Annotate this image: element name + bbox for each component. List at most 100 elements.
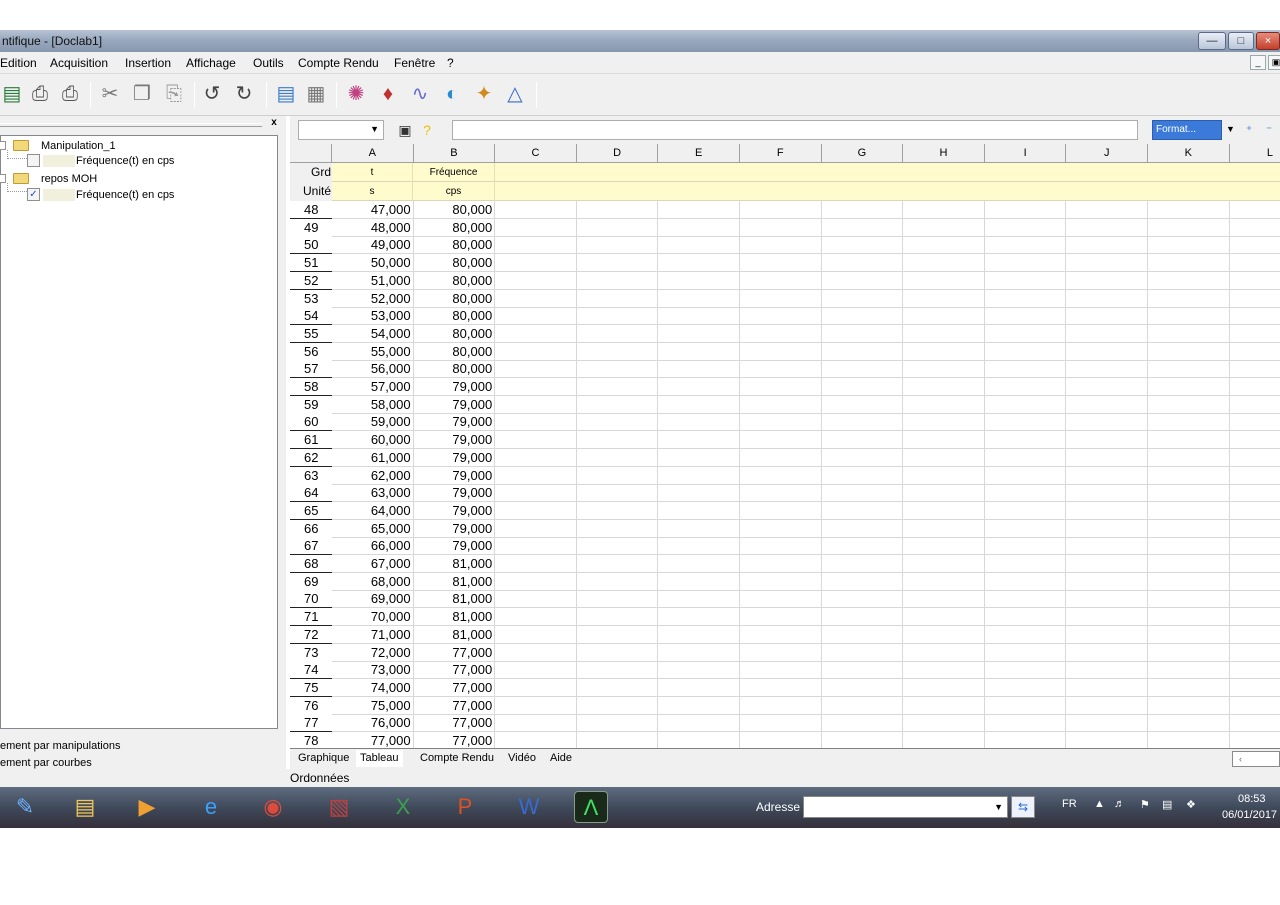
cell-t[interactable]: 59,000 — [332, 413, 413, 431]
cell-t[interactable]: 64,000 — [332, 502, 413, 520]
mdi-restore-button[interactable]: ▣ — [1268, 55, 1280, 70]
cell-t[interactable]: 53,000 — [332, 307, 413, 325]
row-number[interactable]: 66 — [290, 519, 332, 538]
chrome-icon[interactable]: ◉ — [256, 791, 290, 823]
row-number[interactable]: 77 — [290, 714, 332, 733]
print-icon[interactable]: ⎙ — [28, 82, 52, 106]
row-number[interactable]: 76 — [290, 696, 332, 715]
close-window-button[interactable]: × — [1256, 32, 1280, 50]
menu-fenetre[interactable]: Fenêtre — [394, 56, 435, 70]
cell-frequence[interactable]: 79,000 — [414, 378, 495, 396]
help-icon[interactable]: ? — [420, 118, 434, 142]
address-input[interactable]: ▼ — [803, 796, 1008, 818]
cell-frequence[interactable]: 77,000 — [414, 714, 495, 732]
decrease-decimals-icon[interactable]: ⁻ — [1262, 118, 1276, 142]
maximize-button[interactable]: □ — [1228, 32, 1254, 50]
update-icon[interactable]: ❖ — [1186, 798, 1196, 811]
cell-frequence[interactable]: 80,000 — [414, 272, 495, 290]
tree-item-manipulation[interactable]: Manipulation_1 — [41, 138, 116, 154]
cell-t[interactable]: 49,000 — [332, 236, 413, 254]
latis-pro-icon[interactable]: Λ — [574, 791, 608, 823]
media-player-icon[interactable]: ▶ — [130, 791, 164, 823]
latis-icon[interactable]: ✎ — [8, 791, 42, 823]
cell-frequence[interactable]: 81,000 — [414, 608, 495, 626]
cell-t[interactable]: 54,000 — [332, 325, 413, 343]
cell-t[interactable]: 72,000 — [332, 644, 413, 662]
powerpoint-icon[interactable]: P — [448, 791, 482, 823]
row-number[interactable]: 62 — [290, 448, 332, 467]
window-icon[interactable]: ▤ — [274, 82, 298, 106]
tree-item-curve[interactable]: Fréquence(t) en cps — [76, 187, 174, 203]
excel-icon[interactable]: X — [386, 791, 420, 823]
chevron-down-icon[interactable]: ▼ — [1226, 124, 1235, 134]
clock-time[interactable]: 08:53 — [1238, 793, 1266, 805]
format-combo[interactable]: Format... — [1152, 120, 1222, 140]
grd-cell-a[interactable]: t — [332, 163, 413, 182]
tree-item-curve[interactable]: Fréquence(t) en cps — [76, 153, 174, 169]
row-number[interactable]: 56 — [290, 342, 332, 361]
cell-t[interactable]: 77,000 — [332, 732, 413, 748]
grd-cell-b[interactable]: Fréquence — [413, 163, 495, 182]
action-center-flag-icon[interactable]: ⚑ — [1140, 798, 1150, 811]
cell-t[interactable]: 60,000 — [332, 431, 413, 449]
cell-t[interactable]: 66,000 — [332, 537, 413, 555]
cell-frequence[interactable]: 80,000 — [414, 201, 495, 219]
cell-frequence[interactable]: 77,000 — [414, 661, 495, 679]
cell-frequence[interactable]: 81,000 — [414, 626, 495, 644]
table-icon[interactable]: ▦ — [304, 82, 328, 106]
cell-frequence[interactable]: 77,000 — [414, 679, 495, 697]
tree-expander[interactable] — [0, 141, 6, 150]
cell-t[interactable]: 67,000 — [332, 555, 413, 573]
column-header-b[interactable]: B — [413, 144, 496, 163]
cell-frequence[interactable]: 77,000 — [414, 697, 495, 715]
cell-frequence[interactable]: 79,000 — [414, 449, 495, 467]
cell-reference-combo[interactable]: ▼ — [298, 120, 384, 140]
column-header-c[interactable]: C — [495, 144, 577, 163]
cell-frequence[interactable]: 77,000 — [414, 644, 495, 662]
cell-frequence[interactable]: 80,000 — [414, 360, 495, 378]
column-header-j[interactable]: J — [1066, 144, 1148, 163]
row-number[interactable]: 73 — [290, 643, 332, 662]
cell-t[interactable]: 61,000 — [332, 449, 413, 467]
unit-cell-a[interactable]: s — [332, 182, 413, 201]
redo-icon[interactable]: ↻ — [232, 82, 256, 106]
row-number[interactable]: 52 — [290, 271, 332, 290]
tab-aide[interactable]: Aide — [546, 750, 576, 767]
column-header-i[interactable]: I — [984, 144, 1067, 163]
column-header-d[interactable]: D — [576, 144, 659, 163]
print-preview-icon[interactable]: ⎙ — [58, 82, 82, 106]
row-number[interactable]: 65 — [290, 501, 332, 520]
column-header-h[interactable]: H — [903, 144, 985, 163]
cell-frequence[interactable]: 81,000 — [414, 555, 495, 573]
increase-decimals-icon[interactable]: ⁺ — [1242, 118, 1256, 142]
undo-icon[interactable]: ↺ — [200, 82, 224, 106]
row-number[interactable]: 64 — [290, 484, 332, 503]
cell-frequence[interactable]: 79,000 — [414, 484, 495, 502]
internet-explorer-icon[interactable]: e — [194, 791, 228, 823]
menu-affichage[interactable]: Affichage — [186, 56, 236, 70]
curve-icon[interactable]: ∿ — [408, 82, 432, 106]
volume-icon[interactable]: ♬ — [1114, 798, 1125, 810]
tab-compte-rendu[interactable]: Compte Rendu — [416, 750, 498, 767]
row-number[interactable]: 53 — [290, 289, 332, 308]
tree-expander[interactable] — [0, 174, 6, 183]
copy-icon[interactable]: ❐ — [130, 82, 154, 106]
minimize-button[interactable]: — — [1198, 32, 1226, 50]
cell-t[interactable]: 56,000 — [332, 360, 413, 378]
cell-t[interactable]: 52,000 — [332, 290, 413, 308]
panel-close-button[interactable]: x — [268, 117, 280, 129]
cell-t[interactable]: 65,000 — [332, 520, 413, 538]
cell-frequence[interactable]: 80,000 — [414, 254, 495, 272]
menu-acquisition[interactable]: Acquisition — [50, 56, 108, 70]
row-number[interactable]: 57 — [290, 360, 332, 379]
cell-t[interactable]: 50,000 — [332, 254, 413, 272]
row-number[interactable]: 50 — [290, 236, 332, 255]
cell-t[interactable]: 47,000 — [332, 201, 413, 219]
row-number[interactable]: 49 — [290, 218, 332, 237]
row-number[interactable]: 48 — [290, 201, 332, 219]
row-number[interactable]: 69 — [290, 572, 332, 591]
word-icon[interactable]: W — [512, 791, 546, 823]
cell-t[interactable]: 55,000 — [332, 343, 413, 361]
paste-icon[interactable]: ⎘ — [162, 82, 186, 106]
cut-icon[interactable]: ✂ — [98, 82, 122, 106]
